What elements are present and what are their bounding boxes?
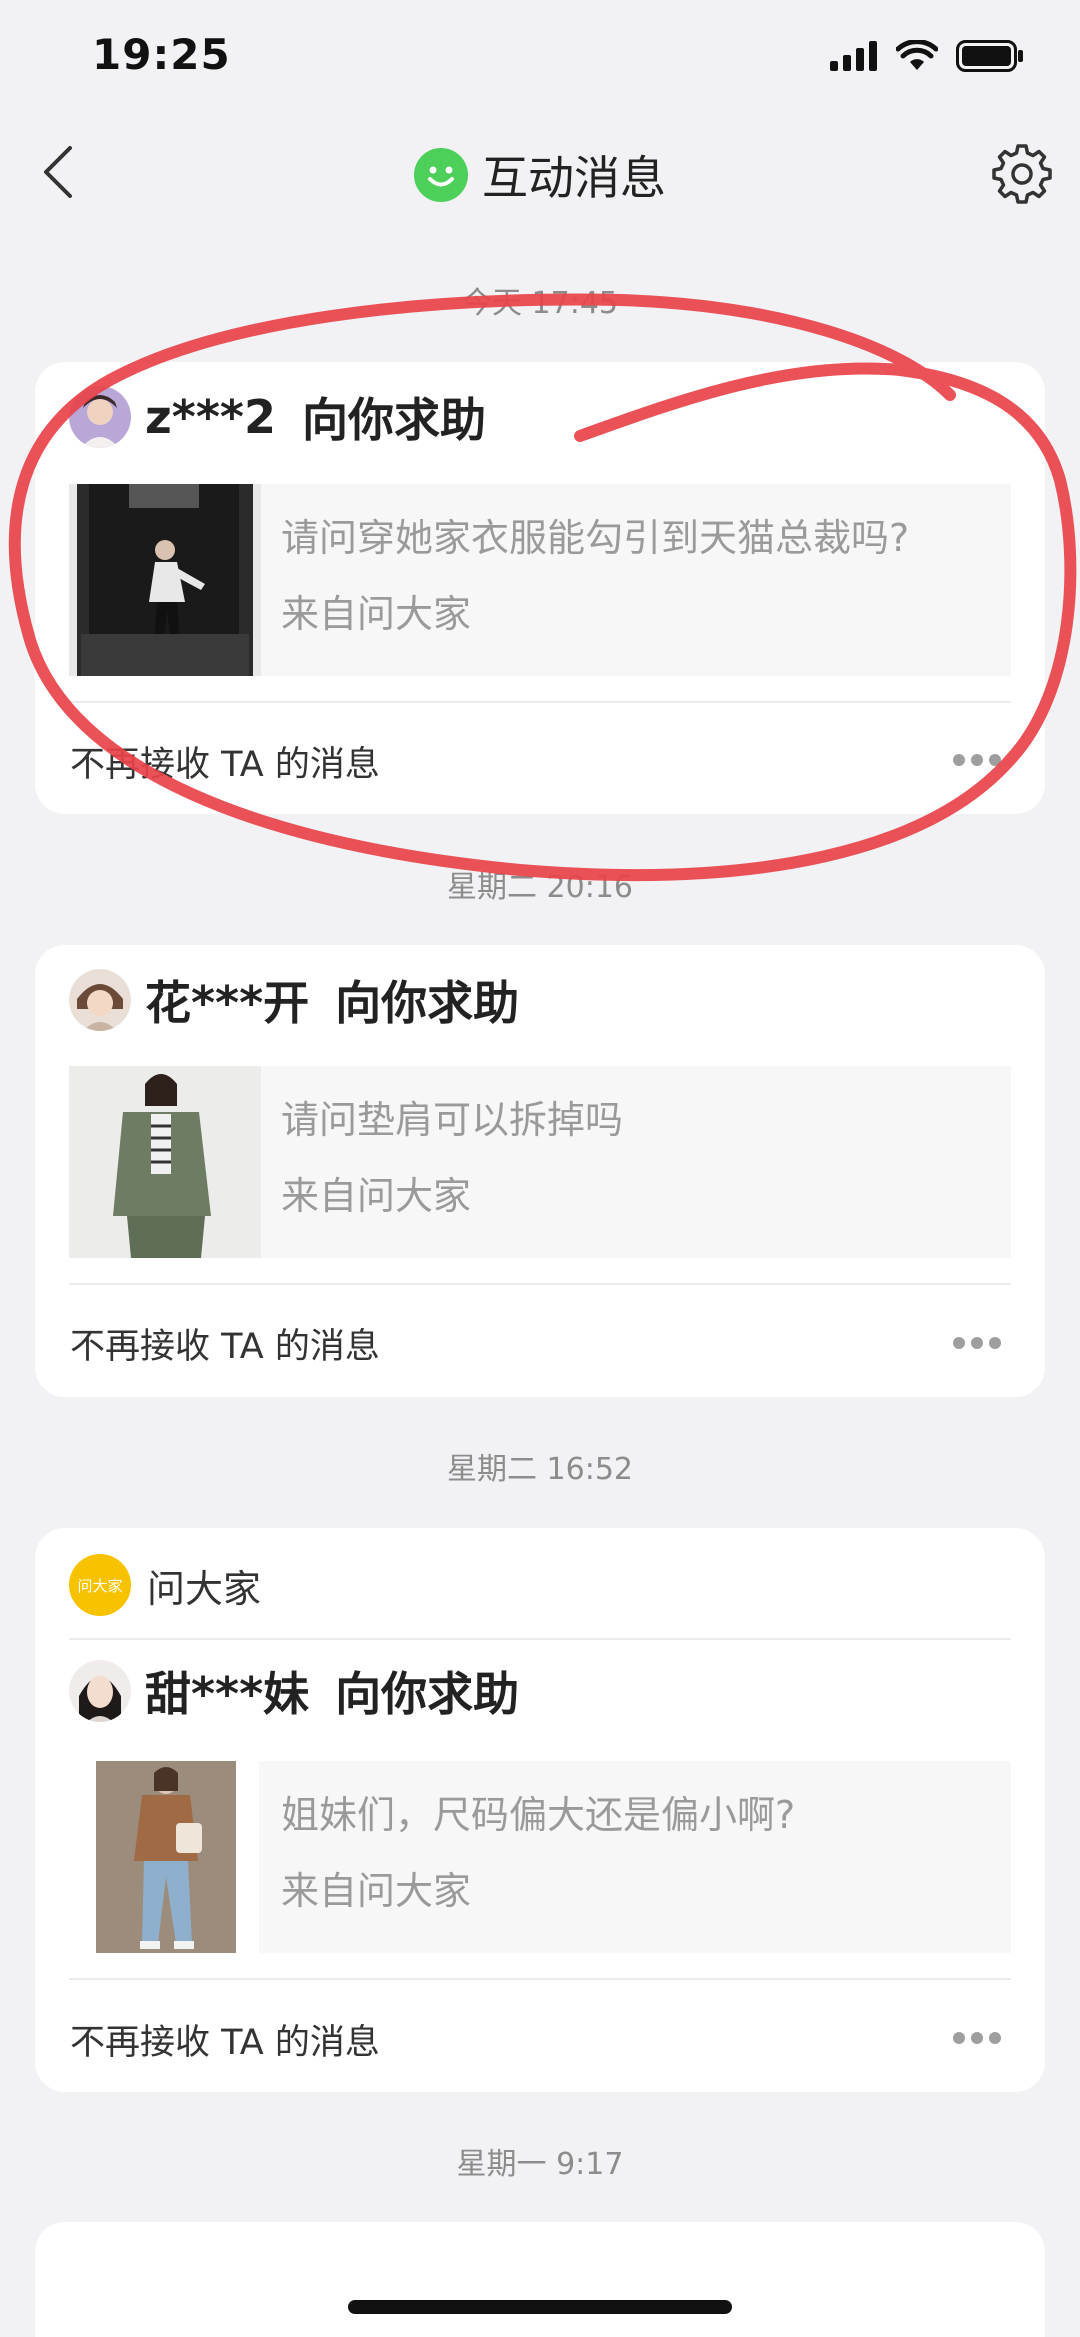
username: 甜***妹 [145, 1667, 310, 1721]
message-card[interactable]: 问大家 问大家 甜***妹 向你求助 姐妹们，尺码偏大还是偏小啊? 来自问大家 … [35, 1528, 1045, 2092]
unsubscribe-link[interactable]: 不再接收 TA 的消息 [70, 2014, 380, 2065]
wifi-icon [896, 40, 938, 70]
unsubscribe-link[interactable]: 不再接收 TA 的消息 [70, 1318, 380, 1369]
divider [69, 701, 1011, 703]
message-card[interactable] [35, 2222, 1045, 2337]
nav-bar: 互动消息 [0, 120, 1080, 224]
source-header[interactable]: 问大家 问大家 [69, 1554, 261, 1616]
product-thumbnail [69, 484, 261, 676]
signal-icon [830, 41, 877, 71]
divider [69, 1638, 1011, 1640]
time-label: 星期二 16:52 [447, 1452, 633, 1487]
smiley-logo-icon [414, 148, 468, 202]
status-time: 19:25 [92, 30, 231, 79]
time-label: 星期一 9:17 [456, 2147, 624, 2182]
action-text: 向你求助 [335, 976, 520, 1030]
source-text: 来自问大家 [281, 1869, 472, 1913]
divider [69, 1283, 1011, 1285]
card-header: 甜***妹 向你求助 [69, 1658, 519, 1724]
username: z***2 [145, 390, 276, 444]
content-text: 请问垫肩可以拆掉吗 来自问大家 [281, 1094, 623, 1222]
question-text: 请问垫肩可以拆掉吗 [281, 1098, 624, 1142]
message-content[interactable]: 请问垫肩可以拆掉吗 来自问大家 [69, 1066, 1011, 1258]
action-text: 向你求助 [335, 1667, 520, 1721]
source-name: 问大家 [147, 1566, 262, 1611]
message-card[interactable]: 花***开 向你求助 请问垫肩可以拆掉吗 来自问大家 不再接收 TA 的消息 [35, 945, 1045, 1397]
card-header: z***2 向你求助 [69, 384, 486, 450]
action-text: 向你求助 [301, 393, 486, 447]
source-badge: 问大家 [69, 1554, 131, 1616]
question-text: 请问穿她家衣服能勾引到天猫总裁吗? [281, 516, 910, 560]
status-icons [830, 40, 1024, 72]
divider [69, 1978, 1011, 1980]
avatar[interactable] [69, 1660, 131, 1722]
message-content[interactable]: 请问穿她家衣服能勾引到天猫总裁吗? 来自问大家 [69, 484, 1011, 676]
product-thumbnail [69, 1066, 261, 1258]
more-options-icon[interactable] [953, 2032, 1001, 2048]
username: 花***开 [145, 976, 310, 1030]
settings-icon[interactable] [990, 140, 1054, 204]
avatar[interactable] [69, 969, 131, 1031]
content-text: 姐妹们，尺码偏大还是偏小啊? 来自问大家 [281, 1789, 795, 1917]
source-text: 来自问大家 [281, 592, 472, 636]
status-bar: 19:25 [0, 0, 1080, 120]
unsubscribe-link[interactable]: 不再接收 TA 的消息 [70, 736, 380, 787]
question-text: 姐妹们，尺码偏大还是偏小啊? [281, 1793, 796, 1837]
card-header: 花***开 向你求助 [69, 967, 519, 1033]
avatar[interactable] [69, 386, 131, 448]
time-label: 星期二 20:16 [447, 870, 633, 905]
battery-icon [956, 40, 1023, 72]
content-text: 请问穿她家衣服能勾引到天猫总裁吗? 来自问大家 [281, 512, 909, 640]
nav-title: 互动消息 [0, 142, 1080, 208]
home-indicator[interactable] [348, 2300, 732, 2314]
message-card[interactable]: z***2 向你求助 请问穿她家衣服能勾引到天猫总裁吗? 来自问大家 不再接收 … [35, 362, 1045, 814]
more-options-icon[interactable] [953, 1337, 1001, 1353]
source-text: 来自问大家 [281, 1174, 472, 1218]
product-thumbnail [96, 1761, 236, 1953]
time-label: 今天 17:45 [462, 286, 618, 321]
more-options-icon[interactable] [953, 754, 1001, 770]
message-content[interactable]: 姐妹们，尺码偏大还是偏小啊? 来自问大家 [69, 1761, 1011, 1953]
page-title: 互动消息 [482, 151, 666, 205]
